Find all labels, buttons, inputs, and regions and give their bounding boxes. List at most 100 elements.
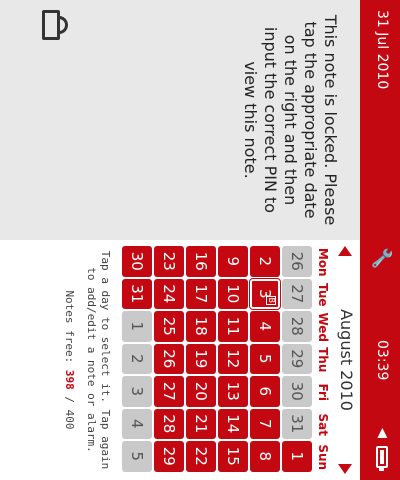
notes-free-label: Notes free: — [63, 290, 76, 364]
day-number: 5 — [128, 451, 146, 462]
weekday-label: Tue — [316, 282, 330, 307]
day-number: 11 — [224, 316, 242, 336]
status-time: 03:39 — [374, 340, 390, 381]
day-number: 2 — [256, 256, 274, 267]
note-badge-icon: B — [266, 295, 276, 305]
day-number: 28 — [288, 316, 306, 336]
calendar-day-cell[interactable]: 28 — [154, 408, 184, 439]
locked-message: This note is locked. Please tap the appr… — [241, 14, 340, 226]
screen: 31 Jul 2010 🔧 03:39 ◀ This note is locke… — [0, 0, 400, 480]
day-number: 29 — [160, 446, 178, 466]
calendar-day-cell[interactable]: 2 — [122, 343, 152, 374]
calendar-day-cell[interactable]: 19 — [186, 343, 216, 374]
calendar-day-cell[interactable]: 22 — [186, 441, 216, 472]
calendar-day-cell[interactable]: 31 — [282, 408, 312, 439]
wrench-icon[interactable]: 🔧 — [371, 247, 392, 269]
calendar-day-cell[interactable]: 28 — [282, 311, 312, 342]
calendar-day-cell[interactable]: 9 — [218, 246, 248, 277]
day-number: 26 — [160, 349, 178, 369]
calendar-day-cell[interactable]: 4 — [122, 408, 152, 439]
calendar-day-cell[interactable]: 30 — [282, 376, 312, 407]
calendar-day-cell[interactable]: 6 — [250, 376, 280, 407]
calendar-day-cell[interactable]: 1 — [122, 311, 152, 342]
calendar-day-cell[interactable]: 8 — [250, 441, 280, 472]
calendar-day-cell[interactable]: 12 — [218, 343, 248, 374]
day-number: 6 — [256, 386, 274, 397]
rotated-screen: 31 Jul 2010 🔧 03:39 ◀ This note is locke… — [0, 0, 400, 480]
padlock-icon — [42, 10, 68, 40]
day-number: 19 — [192, 349, 210, 369]
day-number: 21 — [192, 414, 210, 434]
calendar-day-cell[interactable]: 23 — [154, 246, 184, 277]
day-number: 28 — [160, 414, 178, 434]
notes-free-value: 398 — [63, 369, 76, 390]
calendar-day-cell[interactable]: 1 — [282, 441, 312, 472]
calendar-day-cell[interactable]: 27 — [154, 376, 184, 407]
calendar-day-cell[interactable]: 3 — [122, 376, 152, 407]
day-number: 29 — [288, 349, 306, 369]
day-number: 30 — [128, 251, 146, 271]
calendar-day-cell[interactable]: 16 — [186, 246, 216, 277]
notes-free-counter: Notes free: 398 / 400 — [63, 246, 76, 474]
prev-month-arrow-icon[interactable] — [338, 246, 352, 256]
calendar-day-cell[interactable]: 15 — [218, 441, 248, 472]
weekday-label: Sat — [316, 413, 330, 436]
calendar-grid: 26 27 28 29 30 31 1 2 3 B 4 5 6 7 8 9 10 11 12 13 14 15 16 17 18… — [122, 246, 312, 474]
notes-total-value: 400 — [63, 409, 76, 430]
day-number: 14 — [224, 414, 242, 434]
calendar-day-cell[interactable]: 10 — [218, 278, 248, 309]
day-number: 20 — [192, 381, 210, 401]
weekday-label: Sun — [316, 444, 330, 471]
battery-icon — [376, 446, 388, 468]
day-number: 27 — [288, 284, 306, 304]
day-number: 2 — [128, 353, 146, 364]
speaker-icon: ◀ — [375, 428, 390, 438]
calendar-day-cell[interactable]: 26 — [282, 246, 312, 277]
calendar-day-cell[interactable]: 18 — [186, 311, 216, 342]
day-number: 1 — [128, 321, 146, 332]
day-number: 16 — [192, 251, 210, 271]
calendar-day-cell[interactable]: 25 — [154, 311, 184, 342]
locked-note-panel: This note is locked. Please tap the appr… — [0, 0, 360, 240]
day-number: 31 — [128, 284, 146, 304]
calendar-month-title: August 2010 — [337, 309, 356, 411]
calendar-day-cell[interactable]: 29 — [154, 441, 184, 472]
calendar-day-cell[interactable]: 17 — [186, 278, 216, 309]
calendar-day-cell[interactable]: 30 — [122, 246, 152, 277]
day-number: 4 — [128, 418, 146, 429]
calendar-day-cell[interactable]: 21 — [186, 408, 216, 439]
day-number: 13 — [224, 381, 242, 401]
day-number: 4 — [256, 321, 274, 332]
weekday-label: Thu — [316, 347, 330, 373]
calendar-day-cell[interactable]: 13 — [218, 376, 248, 407]
day-number: 26 — [288, 251, 306, 271]
calendar-day-cell[interactable]: 11 — [218, 311, 248, 342]
day-number: 18 — [192, 316, 210, 336]
calendar-day-cell[interactable]: 5 — [122, 441, 152, 472]
status-date: 31 Jul 2010 — [374, 10, 390, 90]
calendar-day-cell[interactable]: 27 — [282, 278, 312, 309]
day-number: 7 — [256, 418, 274, 429]
calendar-panel: August 2010 Mon Tue Wed Thu Fri Sat Sun 26 27 28… — [0, 240, 360, 480]
day-number: 23 — [160, 251, 178, 271]
calendar-day-cell[interactable]: 7 — [250, 408, 280, 439]
calendar-day-cell[interactable]: 4 — [250, 311, 280, 342]
weekday-label: Wed — [316, 312, 330, 343]
day-number: 30 — [288, 381, 306, 401]
calendar-day-cell[interactable]: 5 — [250, 343, 280, 374]
calendar-day-cell[interactable]: 20 — [186, 376, 216, 407]
day-number: 25 — [160, 316, 178, 336]
day-number: 12 — [224, 349, 242, 369]
calendar-day-cell[interactable]: 24 — [154, 278, 184, 309]
calendar-day-cell[interactable]: 26 — [154, 343, 184, 374]
calendar-day-cell[interactable]: 3B — [249, 277, 281, 311]
day-number: 9 — [224, 256, 242, 267]
next-month-arrow-icon[interactable] — [338, 464, 352, 474]
calendar-day-cell[interactable]: 2 — [250, 246, 280, 277]
weekday-label: Fri — [316, 383, 330, 401]
calendar-day-cell[interactable]: 29 — [282, 343, 312, 374]
day-number: 24 — [160, 284, 178, 304]
calendar-day-cell[interactable]: 31 — [122, 278, 152, 309]
day-number: 27 — [160, 381, 178, 401]
calendar-day-cell[interactable]: 14 — [218, 408, 248, 439]
